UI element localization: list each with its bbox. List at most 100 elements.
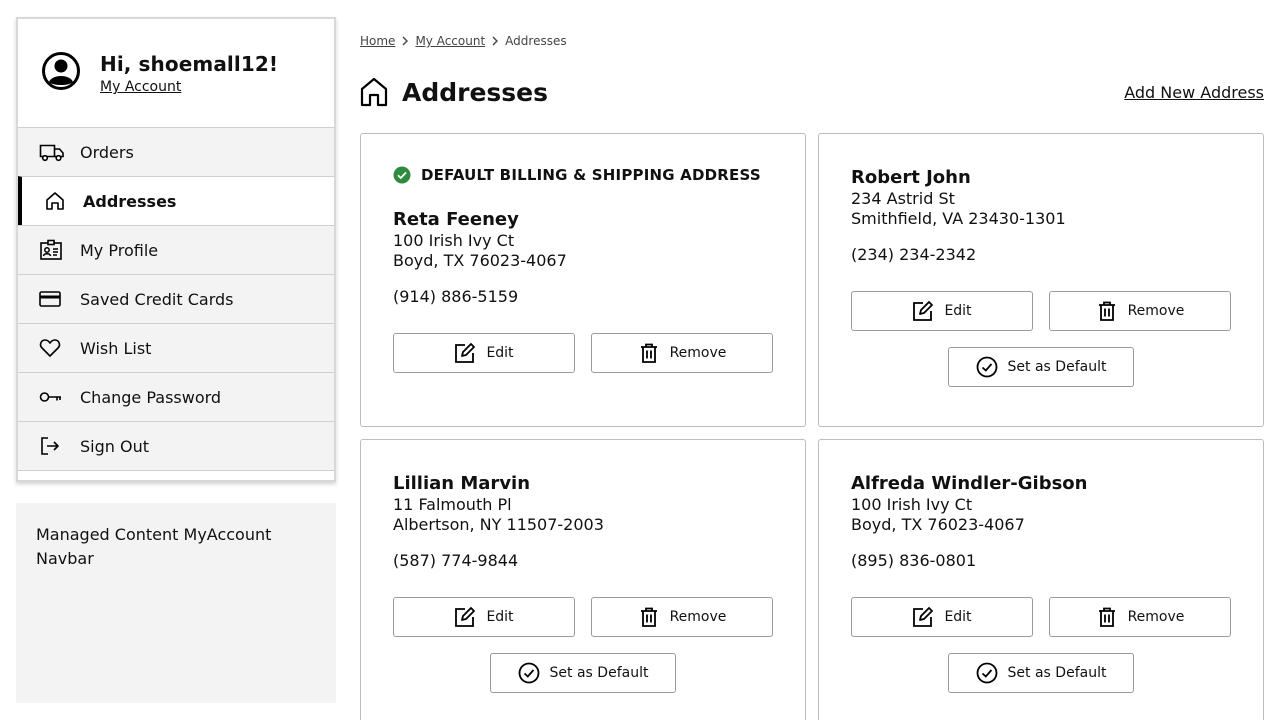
sidebar-item-label: Addresses — [83, 191, 177, 211]
card-actions: Edit Remove — [851, 291, 1263, 331]
edit-icon — [912, 300, 934, 322]
set-as-default-button[interactable]: Set as Default — [948, 347, 1134, 387]
managed-content-text: Managed Content MyAccount Navbar — [36, 525, 272, 568]
user-circle-icon — [42, 52, 80, 90]
sidebar-item-change-password[interactable]: Change Password — [18, 372, 334, 422]
chevron-right-icon — [395, 36, 415, 46]
greeting-text: Hi, shoemall12! — [100, 52, 279, 76]
set-default-row: Set as Default — [851, 347, 1263, 387]
sidebar-item-wish-list[interactable]: Wish List — [18, 323, 334, 373]
set-default-row: Set as Default — [851, 653, 1263, 693]
address-line1: 234 Astrid St — [851, 189, 955, 208]
breadcrumb-home[interactable]: Home — [360, 34, 395, 48]
address-name: Alfreda Windler-Gibson — [851, 473, 1088, 494]
check-circle-outline-icon — [518, 662, 540, 684]
trash-icon — [1096, 300, 1118, 322]
default-address-label: DEFAULT BILLING & SHIPPING ADDRESS — [421, 166, 761, 184]
card-actions: Edit Remove — [393, 333, 805, 373]
address-line2: Albertson, NY 11507-2003 — [393, 515, 604, 534]
remove-button[interactable]: Remove — [591, 333, 773, 373]
address-phone: (895) 836-0801 — [851, 551, 977, 570]
remove-label: Remove — [669, 609, 727, 625]
truck-icon — [39, 141, 67, 163]
home-icon — [360, 77, 388, 107]
trash-icon — [638, 342, 660, 364]
sidebar-item-label: My Profile — [80, 240, 159, 260]
set-default-label: Set as Default — [1007, 359, 1107, 375]
trash-icon — [638, 606, 660, 628]
edit-label: Edit — [944, 303, 972, 319]
address-line2: Boyd, TX 76023-4067 — [851, 515, 1025, 534]
page-header: Addresses Add New Address — [360, 76, 1264, 108]
card-actions: Edit Remove — [393, 597, 805, 637]
remove-label: Remove — [1127, 303, 1185, 319]
address-card-default: DEFAULT BILLING & SHIPPING ADDRESS Reta … — [360, 133, 806, 427]
credit-card-icon — [39, 288, 67, 310]
address-line2: Boyd, TX 76023-4067 — [393, 251, 567, 270]
sidebar-item-label: Change Password — [80, 387, 222, 407]
remove-button[interactable]: Remove — [1049, 291, 1231, 331]
breadcrumb: Home My Account Addresses — [360, 33, 567, 49]
set-as-default-button[interactable]: Set as Default — [948, 653, 1134, 693]
remove-label: Remove — [669, 345, 727, 361]
address-line1: 100 Irish Ivy Ct — [393, 231, 515, 250]
address-name: Lillian Marvin — [393, 473, 531, 494]
remove-button[interactable]: Remove — [1049, 597, 1231, 637]
address-card: Robert John 234 Astrid St Smithfield, VA… — [818, 133, 1264, 427]
sidebar-item-label: Sign Out — [80, 436, 149, 456]
set-as-default-button[interactable]: Set as Default — [490, 653, 676, 693]
home-icon — [44, 190, 72, 212]
address-card: Lillian Marvin 11 Falmouth Pl Albertson,… — [360, 439, 806, 720]
remove-label: Remove — [1127, 609, 1185, 625]
address-name: Robert John — [851, 167, 971, 188]
set-default-label: Set as Default — [549, 665, 649, 681]
greeting-block: Hi, shoemall12! My Account — [18, 19, 334, 128]
heart-icon — [39, 337, 67, 359]
sidebar-item-addresses[interactable]: Addresses — [18, 176, 334, 226]
default-address-tag: DEFAULT BILLING & SHIPPING ADDRESS — [393, 166, 805, 184]
edit-button[interactable]: Edit — [393, 333, 575, 373]
address-card: Alfreda Windler-Gibson 100 Irish Ivy Ct … — [818, 439, 1264, 720]
sidebar-item-label: Wish List — [80, 338, 152, 358]
sidebar-item-label: Orders — [80, 142, 134, 162]
sign-out-icon — [39, 435, 67, 457]
address-line2: Smithfield, VA 23430-1301 — [851, 209, 1066, 228]
check-circle-outline-icon — [976, 662, 998, 684]
address-phone: (234) 234-2342 — [851, 245, 977, 264]
edit-icon — [454, 342, 476, 364]
sidebar-item-label: Saved Credit Cards — [80, 289, 234, 309]
check-circle-outline-icon — [976, 356, 998, 378]
managed-content-panel: Managed Content MyAccount Navbar — [16, 503, 336, 703]
edit-button[interactable]: Edit — [851, 291, 1033, 331]
card-actions: Edit Remove — [851, 597, 1263, 637]
sidebar-item-my-profile[interactable]: My Profile — [18, 225, 334, 275]
chevron-right-icon — [485, 36, 505, 46]
breadcrumb-my-account[interactable]: My Account — [415, 34, 485, 48]
add-new-address-link[interactable]: Add New Address — [1124, 83, 1264, 102]
edit-label: Edit — [486, 609, 514, 625]
edit-button[interactable]: Edit — [851, 597, 1033, 637]
breadcrumb-current: Addresses — [505, 34, 567, 48]
address-name: Reta Feeney — [393, 209, 519, 230]
sidebar-item-saved-credit-cards[interactable]: Saved Credit Cards — [18, 274, 334, 324]
account-sidebar: Hi, shoemall12! My Account Orders Addres… — [16, 17, 336, 482]
id-card-icon — [39, 239, 67, 261]
address-phone: (587) 774-9844 — [393, 551, 519, 570]
remove-button[interactable]: Remove — [591, 597, 773, 637]
edit-icon — [912, 606, 934, 628]
address-phone: (914) 886-5159 — [393, 287, 519, 306]
sidebar-item-sign-out[interactable]: Sign Out — [18, 421, 334, 471]
set-default-label: Set as Default — [1007, 665, 1107, 681]
key-icon — [39, 386, 67, 408]
edit-label: Edit — [486, 345, 514, 361]
address-line1: 11 Falmouth Pl — [393, 495, 512, 514]
edit-button[interactable]: Edit — [393, 597, 575, 637]
address-line1: 100 Irish Ivy Ct — [851, 495, 973, 514]
set-default-row: Set as Default — [393, 653, 805, 693]
sidebar-item-orders[interactable]: Orders — [18, 127, 334, 177]
check-circle-icon — [393, 166, 411, 184]
trash-icon — [1096, 606, 1118, 628]
edit-label: Edit — [944, 609, 972, 625]
my-account-link[interactable]: My Account — [100, 79, 181, 95]
edit-icon — [454, 606, 476, 628]
